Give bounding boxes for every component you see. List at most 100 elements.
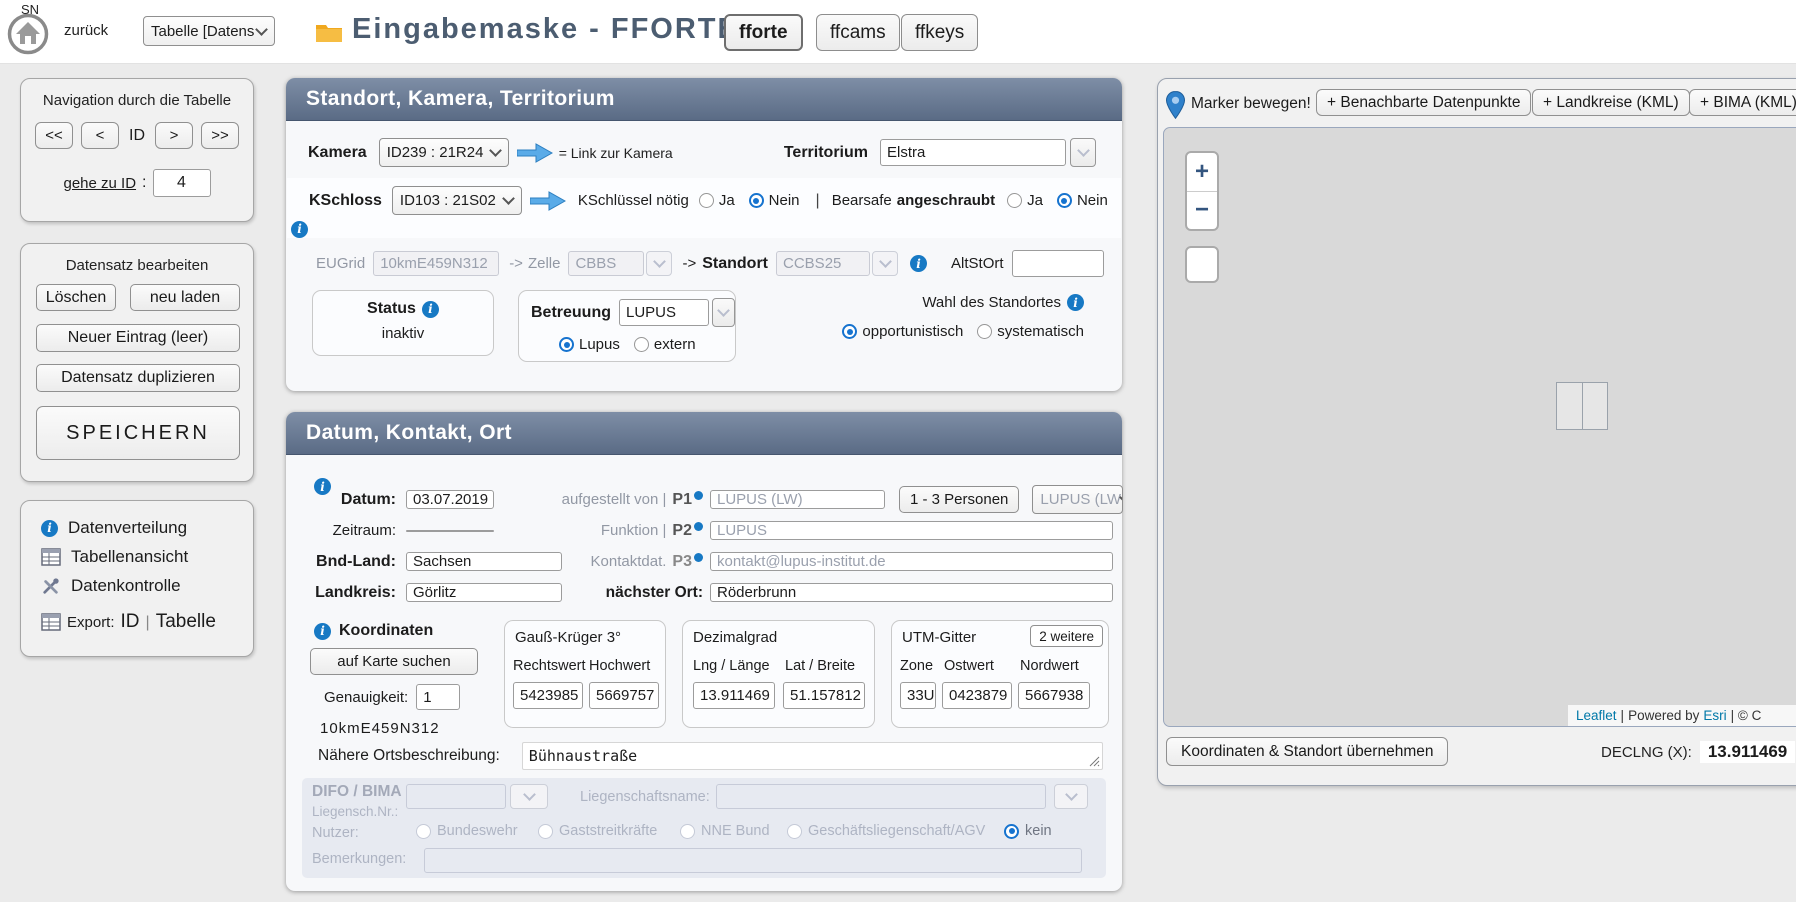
apply-coordinates-button[interactable]: Koordinaten & Standort übernehmen [1166,737,1448,766]
leaflet-link[interactable]: Leaflet [1576,708,1617,723]
info-icon[interactable]: i [291,221,308,238]
p3-input[interactable]: kontakt@lupus-institut.de [710,552,1113,571]
esri-link[interactable]: Esri [1703,708,1726,723]
reload-button[interactable]: neu laden [130,284,240,311]
landkreis-input[interactable]: Görlitz [406,583,562,602]
info-icon[interactable]: i [314,623,331,640]
goto-id-link[interactable]: gehe zu ID [64,175,137,192]
bndland-input[interactable]: Sachsen [406,552,562,571]
p1-select[interactable]: LUPUS (LW [1032,485,1123,514]
export-table-link[interactable]: Tabelle [156,611,216,633]
datum-input[interactable]: 03.07.2019 [406,490,494,509]
nutzer-kein-option[interactable]: kein [1004,823,1052,839]
kamera-select[interactable]: ID239 : 21R24 [379,138,509,167]
wahl-opportunistisch-radio[interactable] [842,324,857,339]
betreuung-dropdown-button[interactable] [712,298,735,327]
zoom-out-button[interactable]: − [1187,192,1217,230]
map-marker-placeholder[interactable] [1556,382,1608,430]
export-id-link[interactable]: ID [121,611,140,633]
tools-icon [41,577,61,595]
map-search-button[interactable]: auf Karte suchen [310,648,478,675]
info-icon[interactable] [694,553,703,562]
table-view-link[interactable]: Tabellenansicht [41,547,188,567]
app-button-ffcams[interactable]: ffcams [816,14,900,51]
more-coords-button[interactable]: 2 weitere [1030,625,1103,647]
liegensch-dropdown-button [510,784,548,809]
wahl-systematisch-radio[interactable] [977,324,992,339]
back-link[interactable]: zurück [64,22,108,39]
resize-handle-icon[interactable] [1089,756,1100,767]
app-button-ffkeys[interactable]: ffkeys [901,14,978,51]
kschloss-label: KSchloss [309,192,382,210]
nordwert-input[interactable]: 5667938 [1018,682,1090,709]
kamera-label: Kamera [308,144,367,162]
bearsafe-ja-radio[interactable] [1007,193,1022,208]
info-icon[interactable] [694,522,703,531]
camera-link-arrow-icon[interactable] [517,142,553,164]
zoom-in-button[interactable]: + [1187,153,1217,192]
ort-input[interactable]: Röderbrunn [710,583,1113,602]
kschluessel-ja-radio[interactable] [699,193,714,208]
betreuung-extern-radio[interactable] [634,337,649,352]
eugrid-label: EUGrid [316,255,365,272]
liegenschaftsname-dropdown-button [1054,784,1088,809]
next-record-button[interactable]: > [155,122,193,149]
table-icon [41,548,61,566]
map-canvas[interactable]: + − Leaflet | Powered by Esri | © C [1163,127,1796,727]
duplicate-button[interactable]: Datensatz duplizieren [36,364,240,392]
ortsbeschreibung-textarea[interactable]: Bühnaustraße [522,742,1103,770]
last-record-button[interactable]: >> [201,122,239,149]
first-record-button[interactable]: << [35,122,73,149]
ostwert-input[interactable]: 0423879 [942,682,1012,709]
data-check-link[interactable]: Datenkontrolle [41,576,181,596]
goto-id-row: gehe zu ID : 4 [21,169,253,197]
bima-kml-button[interactable]: + BIMA (KML) [1689,89,1796,116]
genauigkeit-input[interactable]: 1 [416,684,460,710]
zeitraum-input[interactable] [406,530,494,532]
zeitraum-row: Zeitraum: Funktion | P2 LUPUS [312,517,1113,544]
info-icon[interactable]: i [422,301,439,318]
kschloss-select[interactable]: ID103 : 21S02 [392,186,522,215]
table-select[interactable]: Tabelle [Datens [143,16,275,46]
home-icon[interactable] [7,13,49,55]
id-label: ID [129,127,145,145]
prev-record-button[interactable]: < [81,122,119,149]
betreuung-input[interactable]: LUPUS [619,299,709,326]
nutzer-kein-radio[interactable] [1004,824,1019,839]
altstort-input[interactable] [1012,250,1104,277]
save-button[interactable]: SPEICHERN [36,406,240,460]
info-icon[interactable]: i [910,255,927,272]
map-layers-button[interactable] [1185,246,1219,283]
goto-id-input[interactable]: 4 [153,169,211,197]
p1-input[interactable]: LUPUS (LW) [710,490,885,509]
personen-button[interactable]: 1 - 3 Personen [899,486,1019,513]
bemerkungen-label: Bemerkungen: [312,851,406,867]
app-button-fforte[interactable]: fforte [724,14,803,51]
territorium-dropdown-button[interactable] [1070,138,1096,167]
map-toolbar: Marker bewegen! + Benachbarte Datenpunkt… [1166,89,1796,119]
territorium-label: Territorium [784,144,868,162]
info-icon[interactable] [694,491,703,500]
landkreise-kml-button[interactable]: + Landkreise (KML) [1532,89,1690,116]
standort-dropdown-button [872,251,898,276]
new-entry-button[interactable]: Neuer Eintrag (leer) [36,324,240,352]
lat-input[interactable]: 51.157812 [783,682,865,709]
zelle-input: CBBS [568,251,644,276]
kschluessel-nein-radio[interactable] [749,193,764,208]
data-distribution-link[interactable]: i Datenverteilung [41,518,187,538]
rechtswert-input[interactable]: 5423985 [513,682,583,709]
status-box: Status i inaktiv [312,290,494,356]
bearsafe-nein-radio[interactable] [1057,193,1072,208]
lng-input[interactable]: 13.911469 [693,682,775,709]
betreuung-lupus-radio[interactable] [559,337,574,352]
info-icon[interactable]: i [1067,294,1084,311]
p2-input[interactable]: LUPUS [710,521,1113,540]
hochwert-input[interactable]: 5669757 [589,682,659,709]
zone-input[interactable]: 33U [900,682,936,709]
zeitraum-label: Zeitraum: [312,522,396,539]
delete-button[interactable]: Löschen [36,284,116,311]
betreuung-box: Betreuung LUPUS Lupus extern [518,290,736,362]
kschloss-link-arrow-icon[interactable] [530,190,566,212]
neighbors-button[interactable]: + Benachbarte Datenpunkte [1316,89,1531,116]
territorium-input[interactable]: Elstra [880,139,1066,166]
